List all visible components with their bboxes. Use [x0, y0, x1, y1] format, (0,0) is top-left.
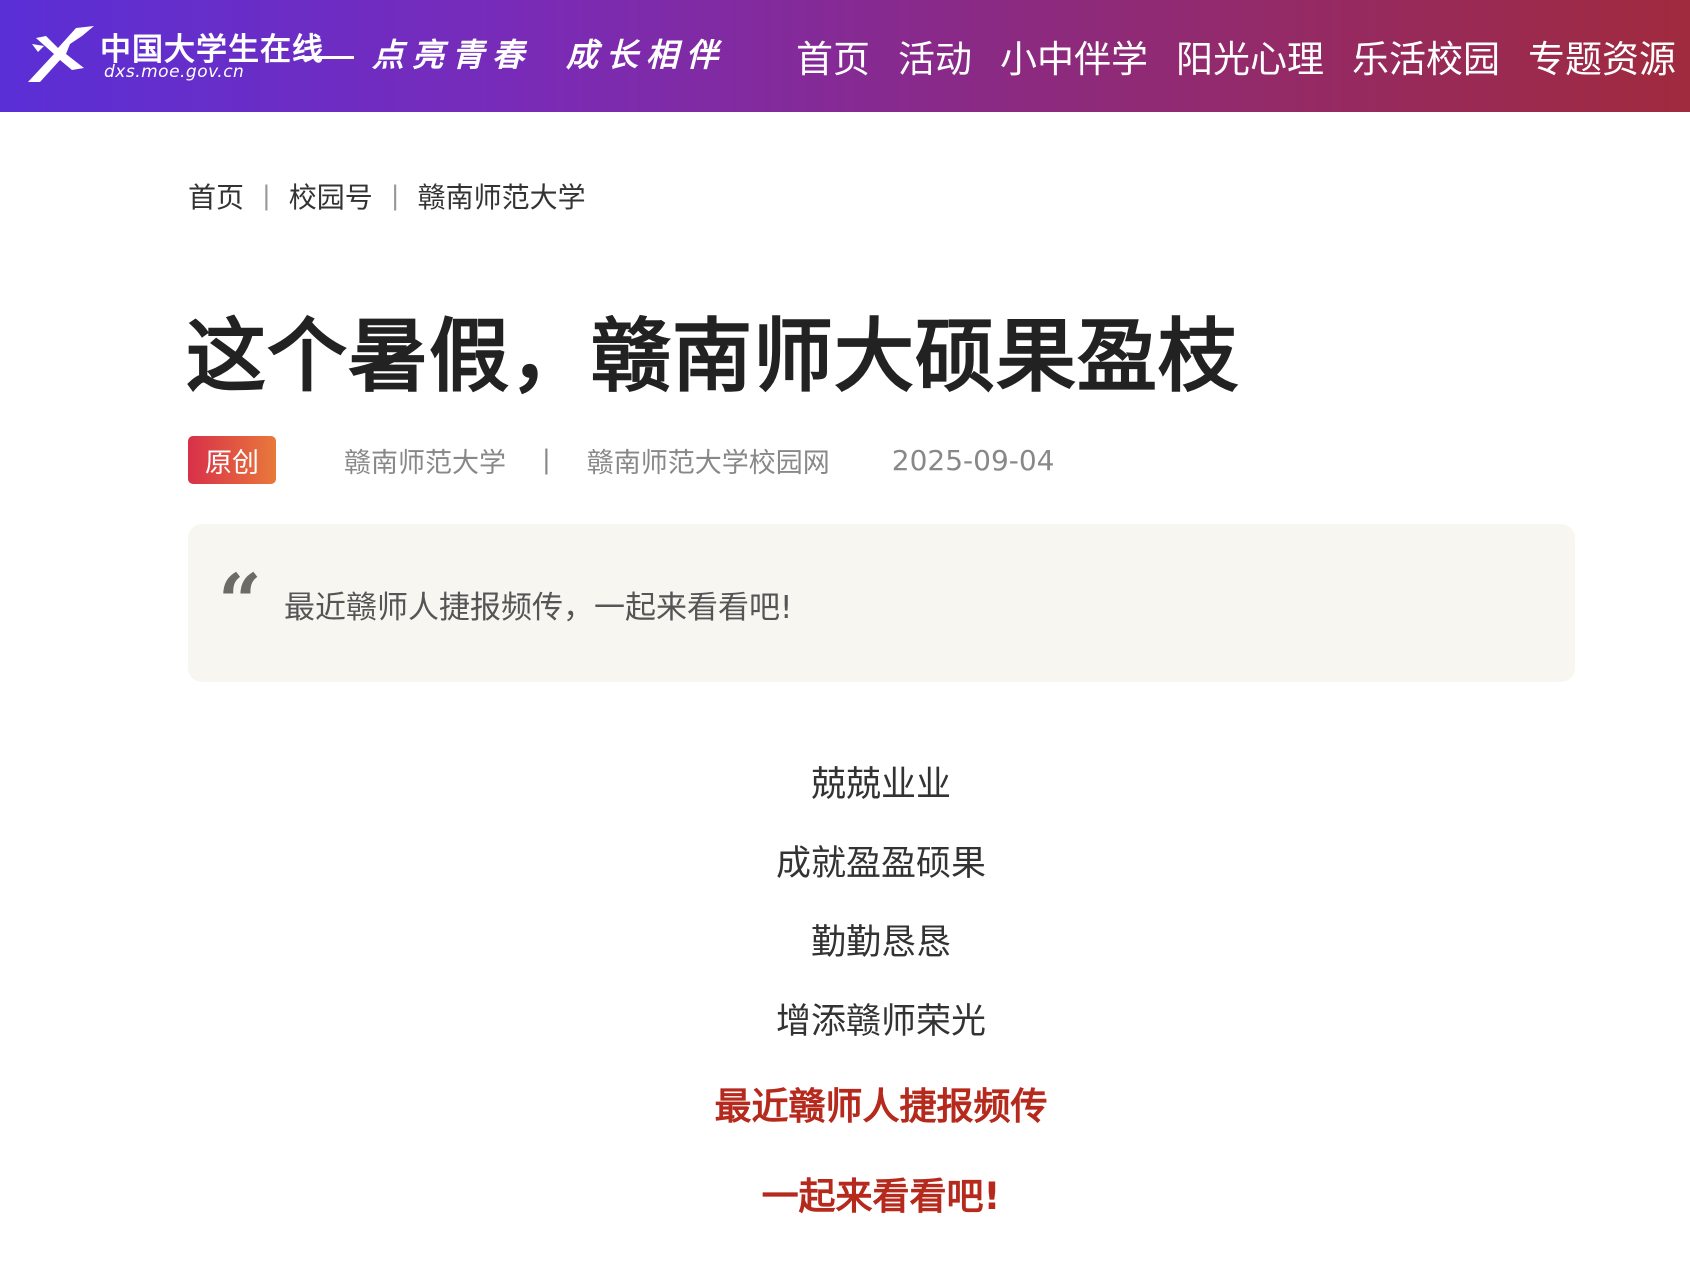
header-slogan: 点亮青春 成长相伴 — [372, 30, 726, 76]
site-logo[interactable]: 中国大学生在线 dxs.moe.gov.cn — [24, 20, 354, 90]
article-title: 这个暑假，赣南师大硕果盈枝 — [186, 310, 1239, 403]
breadcrumb-separator: | — [390, 181, 400, 211]
article-summary-box: “ 最近赣师人捷报频传，一起来看看吧! — [188, 524, 1575, 682]
breadcrumb-home[interactable]: 首页 — [188, 176, 244, 216]
article-source[interactable]: 赣南师范大学 — [344, 441, 506, 480]
breadcrumb-campus[interactable]: 校园号 — [289, 176, 373, 216]
breadcrumb-separator: | — [262, 181, 271, 211]
logo-underline — [298, 56, 354, 59]
logo-url: dxs.moe.gov.cn — [104, 62, 245, 82]
article-site[interactable]: 赣南师范大学校园网 — [587, 441, 830, 480]
nav-item-activities[interactable]: 活动 — [898, 29, 972, 83]
quote-icon: “ — [218, 557, 262, 646]
article-meta: 原创 赣南师范大学 | 赣南师范大学校园网 2025-09-04 — [188, 436, 1055, 484]
breadcrumb-university[interactable]: 赣南师范大学 — [418, 176, 586, 216]
body-line: 成就盈盈硕果 — [775, 844, 986, 884]
breadcrumb: 首页 | 校园号 | 赣南师范大学 — [188, 176, 586, 216]
slogan-part-2: 成长相伴 — [566, 36, 727, 74]
main-nav: 首页 活动 小中伴学 阳光心理 乐活校园 专题资源 — [768, 0, 1676, 112]
site-header: 中国大学生在线 dxs.moe.gov.cn 点亮青春 成长相伴 首页 活动 小中… — [0, 0, 1690, 112]
article-date: 2025-09-04 — [891, 443, 1055, 477]
nav-item-topic-resources[interactable]: 专题资源 — [1528, 29, 1676, 83]
nav-item-study-companion[interactable]: 小中伴学 — [1000, 29, 1148, 83]
body-line: 兢兢业业 — [810, 765, 951, 805]
meta-separator: | — [542, 445, 551, 475]
slogan-part-1: 点亮青春 — [372, 36, 533, 74]
nav-item-mental-health[interactable]: 阳光心理 — [1176, 29, 1324, 83]
original-badge: 原创 — [188, 436, 276, 484]
body-line: 勤勤恳恳 — [810, 923, 951, 963]
logo-bird-icon — [28, 26, 94, 82]
article-summary: 最近赣师人捷报频传，一起来看看吧! — [284, 590, 793, 626]
nav-item-campus-life[interactable]: 乐活校园 — [1352, 29, 1500, 83]
highlight-line: 最近赣师人捷报频传 — [714, 1085, 1048, 1128]
body-line: 增添赣师荣光 — [775, 1002, 986, 1042]
highlight-line: 一起来看看吧! — [761, 1175, 1001, 1218]
nav-item-home[interactable]: 首页 — [796, 29, 870, 83]
